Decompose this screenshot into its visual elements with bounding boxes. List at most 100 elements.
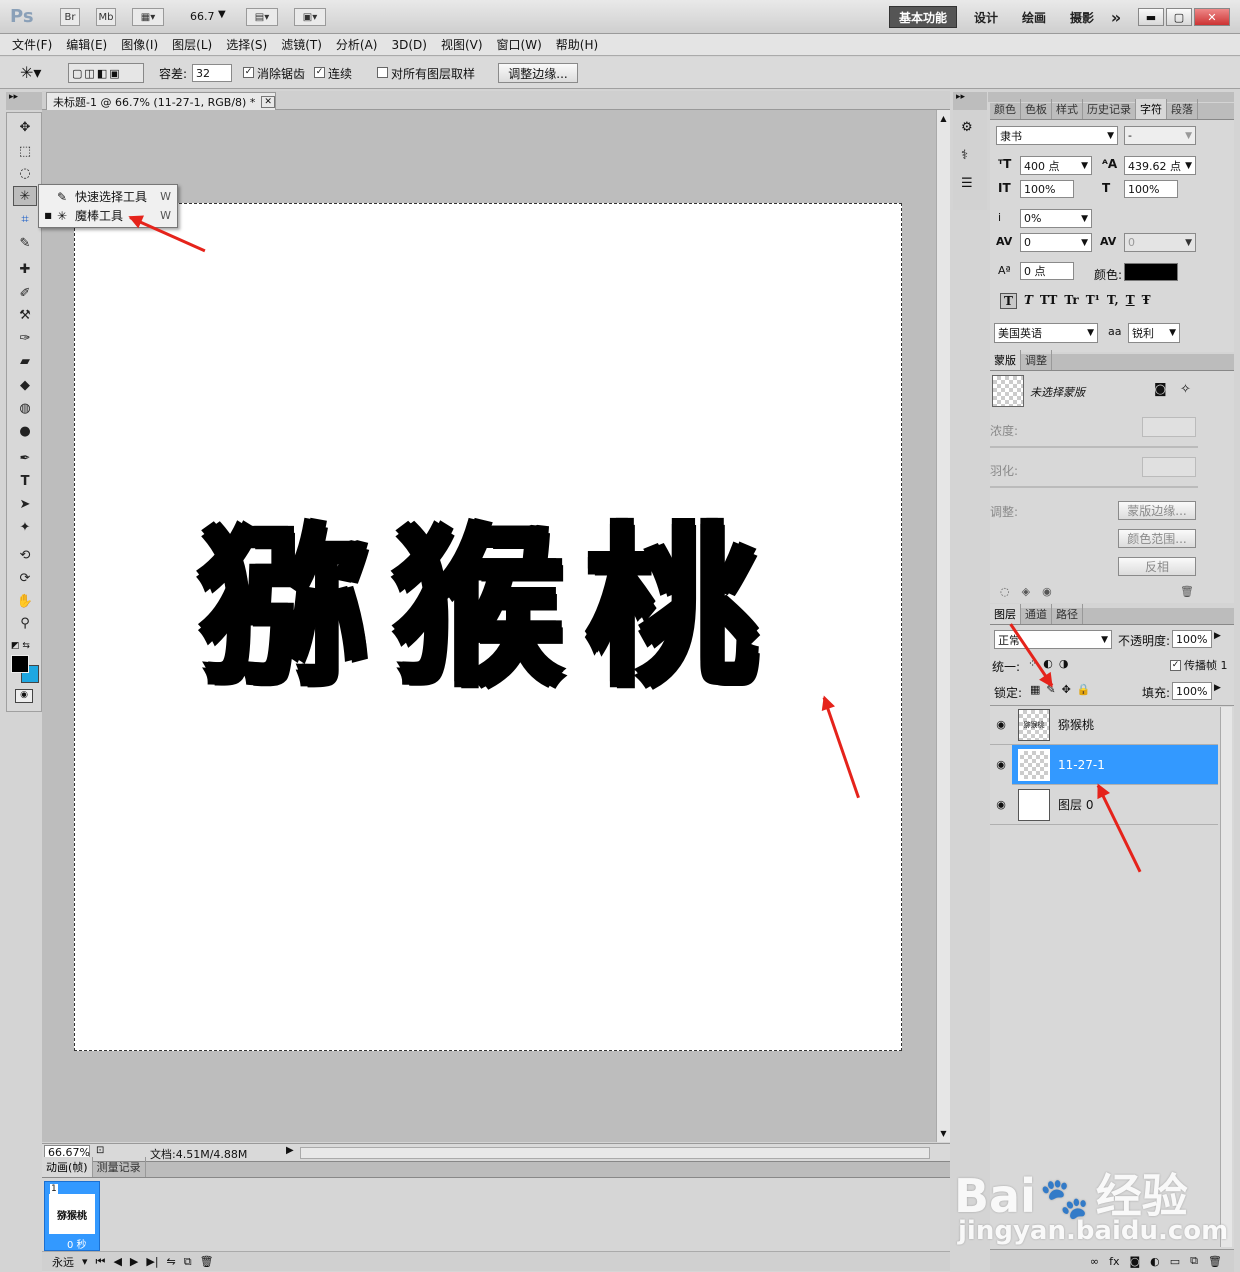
move-tool-icon[interactable]: ✥ [13,117,37,137]
menu-3d[interactable]: 3D(D) [391,38,426,52]
type-tool-icon[interactable]: T [13,471,37,491]
layer-style-icon[interactable]: fx [1109,1255,1119,1268]
subtract-selection-icon[interactable]: ◧ [97,67,107,80]
kerning-input[interactable]: 0 ▼ [1020,233,1092,252]
chevron-down-icon[interactable]: ▼ [218,9,226,20]
faux-italic-button[interactable]: T [1024,293,1033,309]
workspace-design-button[interactable]: 设计 [966,6,1006,28]
density-input[interactable] [1142,417,1196,437]
eyedropper-tool-icon[interactable]: ✎ [13,233,37,253]
horizontal-scale-input[interactable]: 100% [1124,180,1178,198]
chevron-down-icon[interactable]: ▼ [1185,131,1195,141]
animation-frame-1[interactable]: 1 猕猴桃 0 秒 [44,1181,100,1251]
fill-input[interactable]: 100% [1172,682,1212,700]
tab-channels[interactable]: 通道 [1021,604,1052,624]
canvas[interactable]: 猕猴桃 [74,203,902,1051]
pixel-mask-icon[interactable]: ◙ [1154,382,1167,397]
chevron-down-icon[interactable]: ▼ [1169,328,1179,338]
antialias-method-select[interactable]: 锐利 ▼ [1128,323,1180,343]
minimize-button[interactable]: ▬ [1138,8,1164,26]
layers-scrollbar[interactable] [1220,707,1232,1247]
chevron-down-icon[interactable]: ▼ [1081,238,1091,248]
lock-transparency-icon[interactable]: ▦ [1030,683,1040,696]
tab-paragraph[interactable]: 段落 [1167,99,1198,119]
unify-style-icon[interactable]: ◑ [1059,657,1069,670]
tab-animation[interactable]: 动画(帧) [42,1157,93,1177]
close-window-button[interactable]: ✕ [1194,8,1230,26]
antialias-checkbox[interactable]: ✓ [243,67,254,78]
3d-orbit-tool-icon[interactable]: ⟳ [13,568,37,588]
underline-button[interactable]: T [1126,293,1135,309]
frame-delay[interactable]: 0 秒 [67,1236,87,1251]
tab-paths[interactable]: 路径 [1052,604,1083,624]
refine-edge-button[interactable]: 调整边缘... [498,63,578,83]
clone-stamp-tool-icon[interactable]: ⚒ [13,305,37,325]
vertical-scale-input[interactable]: 100% [1020,180,1074,198]
faux-bold-button[interactable]: T [1000,293,1017,309]
view-extras-button[interactable]: ▦▾ [132,8,164,26]
more-workspaces-button[interactable]: » [1106,6,1126,28]
subscript-button[interactable]: T, [1107,293,1119,309]
eye-icon[interactable]: ◉ [990,718,1012,731]
workspace-photography-button[interactable]: 摄影 [1062,6,1102,28]
arrange-documents-button[interactable]: ▤▾ [246,8,278,26]
delete-mask-icon[interactable]: 🗑 [1180,585,1194,598]
view-mask-icon[interactable]: ◉ [1042,585,1052,598]
add-mask-icon[interactable]: ◙ [1129,1255,1140,1268]
flyout-item-magic-wand[interactable]: ■ ✳ 魔棒工具 W [39,206,177,225]
chevron-down-icon[interactable]: ▼ [1081,161,1091,171]
contiguous-checkbox[interactable]: ✓ [314,67,325,78]
3d-rotate-tool-icon[interactable]: ⟲ [13,545,37,565]
tab-history[interactable]: 历史记录 [1083,99,1136,119]
fill-arrow-icon[interactable]: ▶ [1214,683,1221,693]
foreground-color-swatch[interactable] [11,655,29,673]
default-colors-icon[interactable]: ◩ ⇆ [11,641,30,651]
lasso-tool-icon[interactable]: ◌ [13,163,37,183]
adjustment-layer-icon[interactable]: ◐ [1150,1255,1160,1268]
clone-source-icon[interactable]: ⚕ [961,148,968,163]
font-style-select[interactable]: - ▼ [1124,126,1196,145]
workspace-painting-button[interactable]: 绘画 [1014,6,1054,28]
layer-row-11-27-1[interactable]: ◉ 11-27-1 [990,744,1218,785]
mini-bridge-button[interactable]: Mb [96,8,116,26]
apply-mask-icon[interactable]: ◈ [1022,585,1030,598]
magic-wand-tool-icon[interactable]: ✳ [13,186,37,206]
tween-icon[interactable]: ⇋ [167,1255,176,1268]
scroll-up-icon[interactable]: ▲ [937,114,950,123]
tolerance-input[interactable]: 32 [192,64,232,82]
menu-edit[interactable]: 编辑(E) [66,36,107,53]
zoom-tool-icon[interactable]: ⚲ [13,613,37,633]
intersect-selection-icon[interactable]: ▣ [109,67,119,80]
chevron-down-icon[interactable]: ▼ [1185,161,1195,171]
new-selection-icon[interactable]: ▢ [72,67,82,80]
tracking-input[interactable]: 0 ▼ [1124,233,1196,252]
language-select[interactable]: 美国英语 ▼ [994,323,1098,343]
mask-edge-button[interactable]: 蒙版边缘... [1118,501,1196,520]
tab-styles[interactable]: 样式 [1052,99,1083,119]
leading-input[interactable]: 439.62 点 ▼ [1124,156,1196,175]
paint-bucket-tool-icon[interactable]: ◆ [13,375,37,395]
vector-mask-icon[interactable]: ✧ [1180,382,1191,397]
hand-tool-icon[interactable]: ✋ [13,591,37,611]
lock-all-icon[interactable]: 🔒 [1077,683,1091,696]
document-tab[interactable]: 未标题-1 @ 66.7% (11-27-1, RGB/8) * ✕ [46,92,276,110]
delete-layer-icon[interactable]: 🗑 [1208,1255,1222,1268]
blend-mode-select[interactable]: 正常 ▼ [994,630,1112,649]
menu-file[interactable]: 文件(F) [12,36,52,53]
marquee-tool-icon[interactable]: ⬚ [13,141,37,161]
tab-layers[interactable]: 图层 [990,604,1021,624]
color-range-button[interactable]: 颜色范围... [1118,529,1196,548]
load-selection-icon[interactable]: ◌ [1000,585,1010,598]
eye-icon[interactable]: ◉ [990,744,1012,785]
status-menu-arrow-icon[interactable]: ▶ [286,1145,294,1156]
eraser-tool-icon[interactable]: ▰ [13,351,37,371]
text-color-swatch[interactable] [1124,263,1178,281]
propagate-frame-checkbox[interactable]: ✓ [1170,660,1181,671]
chevron-down-icon[interactable]: ▼ [1081,214,1091,224]
small-caps-button[interactable]: Tr [1064,293,1078,309]
chevron-down-icon[interactable]: ▼ [1185,238,1195,248]
close-icon[interactable]: ✕ [261,95,275,108]
tab-measurement-log[interactable]: 测量记录 [93,1157,146,1177]
delete-frame-icon[interactable]: 🗑 [200,1255,214,1268]
chevron-down-icon[interactable]: ▼ [1101,635,1111,645]
